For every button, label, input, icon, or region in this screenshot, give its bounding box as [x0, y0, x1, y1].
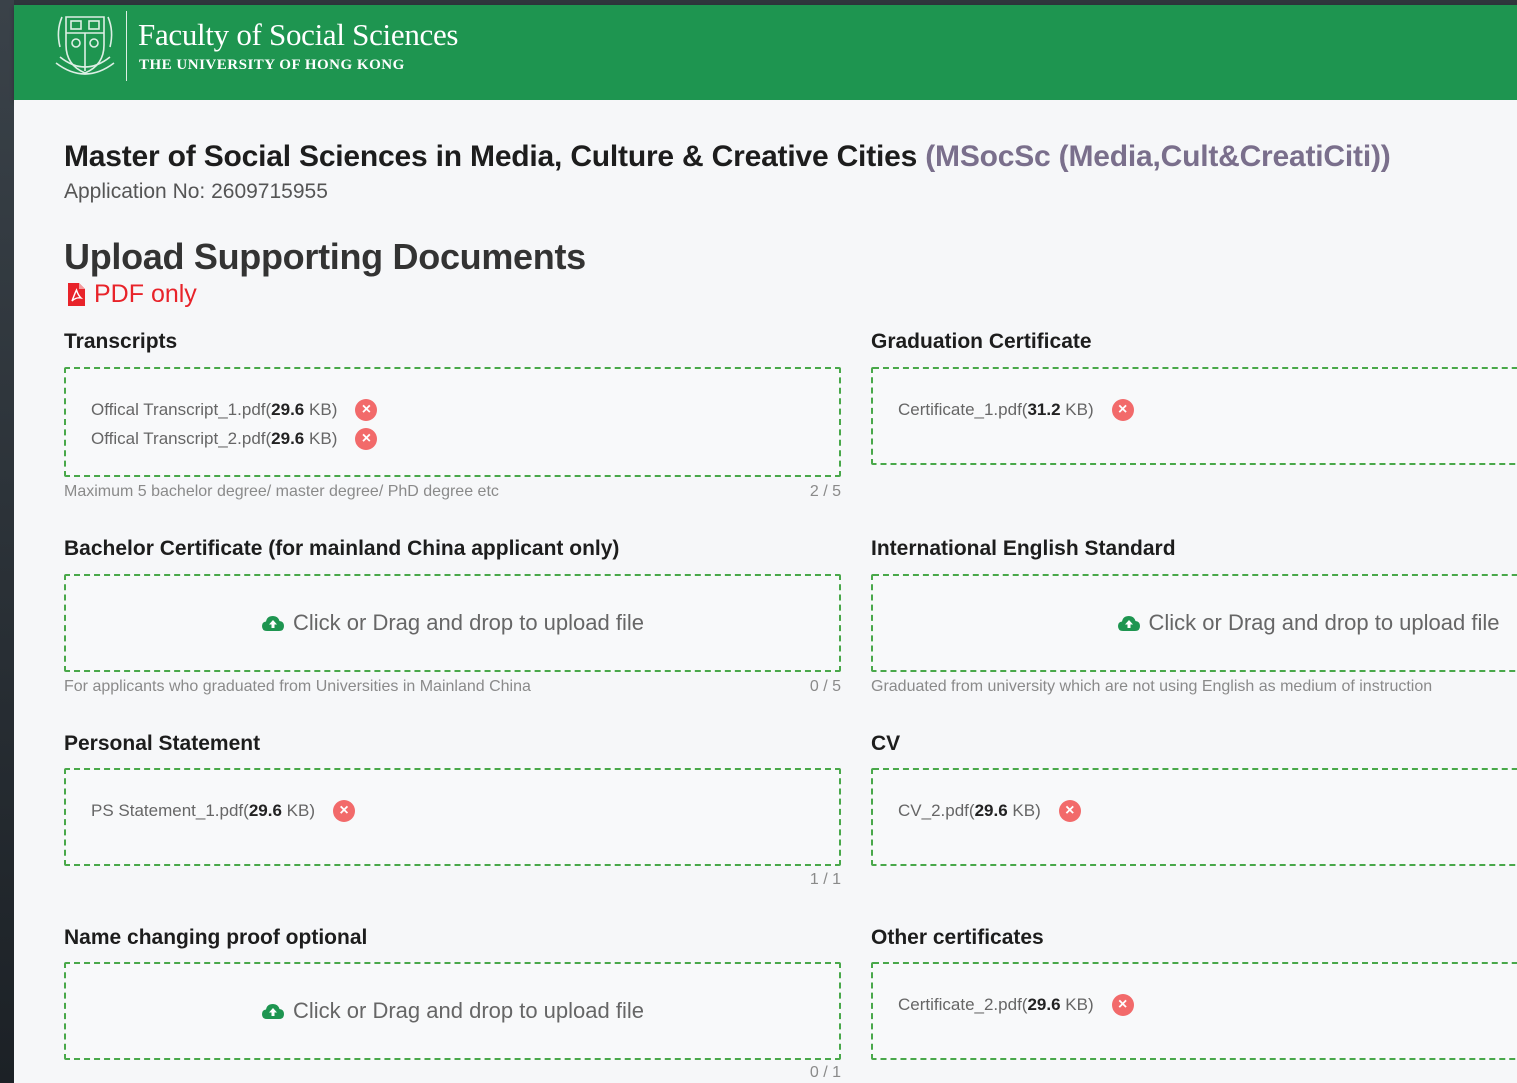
window-left-edge — [0, 0, 14, 1083]
file-item: Certificate_2.pdf(29.6 KB) × — [898, 990, 1134, 1019]
name-change-proof-dropzone[interactable]: Click or Drag and drop to upload file — [64, 962, 841, 1060]
pdf-only-note: PDF only — [66, 280, 197, 309]
remove-file-icon[interactable]: × — [355, 398, 378, 421]
file-size-unit: KB — [1065, 399, 1088, 419]
file-name[interactable]: PS Statement_1.pdf — [91, 801, 243, 821]
personal-statement-counter: 1 / 1 — [809, 871, 841, 888]
english-standard-label: International English Standard — [871, 537, 1176, 560]
other-certificates-label: Other certificates — [871, 926, 1044, 949]
upload-prompt[interactable]: Click or Drag and drop to upload file — [66, 964, 839, 1058]
program-name: Master of Social Sciences in Media, Cult… — [64, 140, 918, 173]
file-pdf-icon — [68, 283, 85, 306]
other-certificates-dropzone[interactable]: Certificate_2.pdf(29.6 KB) × — [871, 962, 1517, 1060]
bachelor-certificate-label: Bachelor Certificate (for mainland China… — [64, 537, 620, 560]
bachelor-certificate-counter: 0 / 5 — [809, 678, 841, 695]
file-size-unit: KB — [1065, 994, 1088, 1014]
english-standard-hint: Graduated from university which are not … — [871, 678, 1433, 695]
upload-prompt-label: Click or Drag and drop to upload file — [1148, 610, 1500, 635]
bachelor-certificate-dropzone[interactable]: Click or Drag and drop to upload file — [64, 574, 841, 672]
program-abbreviation: (MSocSc (Media,Cult&CreatiCiti)) — [925, 140, 1391, 173]
remove-file-icon[interactable]: × — [1058, 799, 1081, 822]
file-size-unit: KB — [286, 800, 310, 820]
cv-dropzone[interactable]: CV_2.pdf(29.6 KB) × — [871, 768, 1517, 866]
application-number: Application No: 2609715955 — [64, 180, 328, 203]
remove-file-icon[interactable]: × — [1111, 398, 1134, 421]
cloud-upload-icon — [262, 616, 285, 631]
cv-label: CV — [871, 732, 901, 755]
remove-file-icon[interactable]: × — [355, 427, 378, 450]
graduation-certificate-label: Graduation Certificate — [871, 330, 1092, 353]
other-certificates-file-list: Certificate_2.pdf(29.6 KB) × — [898, 990, 1134, 1019]
graduation-certificate-file-list: Certificate_1.pdf(31.2 KB) × — [898, 395, 1134, 424]
transcripts-label: Transcripts — [64, 330, 178, 353]
hku-crest-logo — [55, 16, 115, 75]
file-size: 29.6 — [248, 800, 282, 820]
main-content: Master of Social Sciences in Media, Cult… — [14, 100, 1517, 1083]
file-size-unit: KB — [309, 428, 332, 448]
file-item: Offical Transcript_2.pdf(29.6 KB) × — [91, 424, 378, 453]
remove-file-icon[interactable]: × — [333, 799, 356, 822]
file-name[interactable]: CV_2.pdf — [898, 801, 969, 821]
university-name: THE UNIVERSITY OF HONG KONG — [139, 57, 405, 73]
bachelor-certificate-hint: For applicants who graduated from Univer… — [64, 678, 531, 695]
name-change-proof-counter: 0 / 1 — [809, 1064, 841, 1081]
upload-prompt[interactable]: Click or Drag and drop to upload file — [873, 576, 1517, 670]
file-size: 31.2 — [1027, 399, 1061, 419]
file-name[interactable]: Certificate_2.pdf — [898, 995, 1022, 1015]
upload-prompt-label: Click or Drag and drop to upload file — [293, 610, 644, 635]
transcripts-dropzone[interactable]: Offical Transcript_1.pdf(29.6 KB) × Offi… — [64, 367, 841, 477]
file-item: Certificate_1.pdf(31.2 KB) × — [898, 395, 1134, 424]
english-standard-dropzone[interactable]: Click or Drag and drop to upload file — [871, 574, 1517, 672]
file-name[interactable]: Certificate_1.pdf — [898, 400, 1022, 420]
cloud-upload-icon — [1117, 616, 1140, 631]
transcripts-hint: Maximum 5 bachelor degree/ master degree… — [64, 483, 499, 500]
personal-statement-file-list: PS Statement_1.pdf(29.6 KB) × — [91, 796, 356, 825]
file-size: 29.6 — [271, 399, 305, 419]
name-change-proof-label: Name changing proof optional — [64, 926, 368, 949]
file-size-unit: KB — [309, 399, 332, 419]
file-size-unit: KB — [1012, 800, 1036, 820]
cloud-upload-icon — [262, 1004, 285, 1019]
remove-file-icon[interactable]: × — [1111, 993, 1134, 1016]
section-title: Upload Supporting Documents — [64, 236, 586, 277]
pdf-only-label: PDF only — [94, 280, 197, 308]
faculty-name[interactable]: Faculty of Social Sciences — [138, 17, 459, 53]
file-name[interactable]: Offical Transcript_2.pdf — [91, 429, 266, 449]
program-title: Master of Social Sciences in Media, Cult… — [64, 140, 1391, 174]
file-size: 29.6 — [1027, 994, 1061, 1014]
file-item: PS Statement_1.pdf(29.6 KB) × — [91, 796, 356, 825]
upload-prompt[interactable]: Click or Drag and drop to upload file — [66, 576, 839, 670]
header-divider — [126, 11, 127, 81]
file-name[interactable]: Offical Transcript_1.pdf — [91, 400, 266, 420]
transcripts-counter: 2 / 5 — [809, 483, 841, 500]
cv-file-list: CV_2.pdf(29.6 KB) × — [898, 796, 1081, 825]
upload-prompt-label: Click or Drag and drop to upload file — [293, 998, 644, 1023]
file-item: CV_2.pdf(29.6 KB) × — [898, 796, 1081, 825]
file-size: 29.6 — [271, 428, 305, 448]
file-size: 29.6 — [974, 800, 1008, 820]
site-header: Faculty of Social Sciences THE UNIVERSIT… — [14, 5, 1517, 100]
transcripts-file-list: Offical Transcript_1.pdf(29.6 KB) × Offi… — [91, 395, 378, 453]
personal-statement-label: Personal Statement — [64, 732, 261, 755]
personal-statement-dropzone[interactable]: PS Statement_1.pdf(29.6 KB) × — [64, 768, 841, 866]
graduation-certificate-dropzone[interactable]: Certificate_1.pdf(31.2 KB) × — [871, 367, 1517, 465]
file-item: Offical Transcript_1.pdf(29.6 KB) × — [91, 395, 378, 424]
